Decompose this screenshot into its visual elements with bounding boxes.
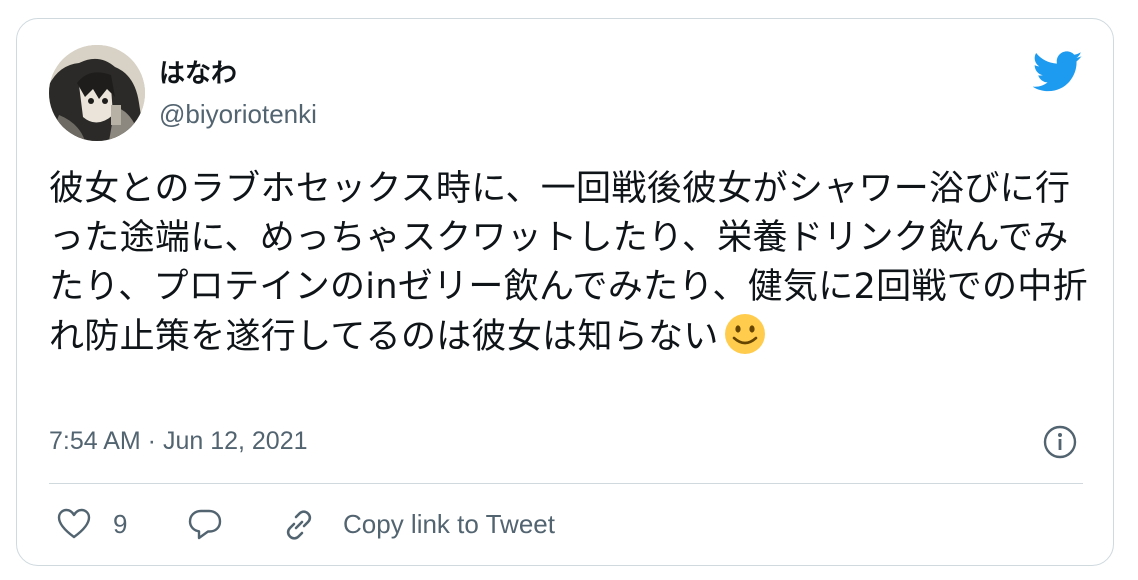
tweet-text: 彼女とのラブホセックス時に、一回戦後彼女がシャワー浴びに行った途端に、めっちゃス… [49,165,1089,362]
divider [49,483,1083,484]
author-name[interactable]: はなわ [159,53,237,90]
tweet-text-content: 彼女とのラブホセックス時に、一回戦後彼女がシャワー浴びに行った途端に、めっちゃス… [49,169,1088,357]
heart-icon[interactable] [57,507,91,541]
tweet-actions: 9 Copy link to Tweet [49,503,1089,549]
reply-icon[interactable] [187,507,223,543]
like-count[interactable]: 9 [113,509,127,540]
twitter-bird-icon[interactable] [1033,51,1083,93]
timestamp[interactable]: 7:54 AM · Jun 12, 2021 [49,427,308,456]
smile-emoji-icon [724,314,765,354]
copy-link-button[interactable]: Copy link to Tweet [343,509,555,540]
tweet-card: はなわ @biyoriotenki 彼女とのラブホセックス時に、一回戦後彼女がシ… [16,18,1114,566]
info-icon[interactable] [1043,425,1077,459]
link-icon[interactable] [281,507,317,543]
author-handle[interactable]: @biyoriotenki [159,99,317,130]
avatar[interactable] [49,45,145,141]
